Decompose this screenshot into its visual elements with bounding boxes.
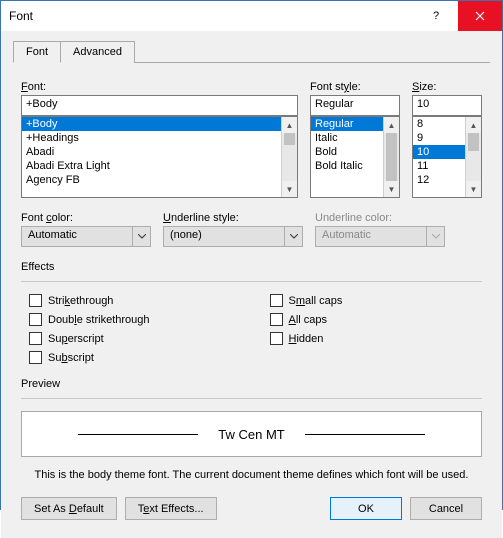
dialog-content: Font Advanced Font: +Body +Body +Heading…: [1, 31, 502, 538]
scroll-thumb[interactable]: [284, 133, 295, 145]
scroll-track[interactable]: [384, 133, 399, 181]
effects-group: Strikethrough Double strikethrough Super…: [21, 294, 482, 364]
list-item[interactable]: +Headings: [22, 131, 297, 145]
checkbox-icon: [29, 294, 42, 307]
effects-left: Strikethrough Double strikethrough Super…: [29, 294, 150, 364]
chevron-down-icon: [284, 227, 302, 246]
checkbox-icon: [29, 332, 42, 345]
scroll-track[interactable]: [282, 133, 297, 181]
list-item[interactable]: Abadi: [22, 145, 297, 159]
check-allcaps[interactable]: All caps: [270, 313, 343, 326]
tab-strip: Font Advanced: [13, 41, 490, 63]
check-subscript[interactable]: Subscript: [29, 351, 150, 364]
close-button[interactable]: [458, 1, 502, 31]
underlinestyle-column: Underline style: (none): [163, 212, 303, 247]
underlinestyle-label: Underline style:: [163, 212, 303, 224]
preview-line: [78, 434, 198, 435]
fontcolor-label: Font color:: [21, 212, 151, 224]
preview-sample: Tw Cen MT: [218, 427, 284, 442]
font-input[interactable]: +Body: [21, 95, 298, 116]
preview-box: Tw Cen MT: [21, 411, 482, 457]
font-list[interactable]: +Body +Headings Abadi Abadi Extra Light …: [21, 116, 298, 198]
style-label: Font style:: [310, 81, 400, 93]
size-column: Size: 10 8 9 10 11 12 ▲ ▼: [412, 81, 482, 198]
check-superscript[interactable]: Superscript: [29, 332, 150, 345]
scroll-up-icon[interactable]: ▲: [282, 117, 297, 133]
scroll-down-icon[interactable]: ▼: [282, 181, 297, 197]
ok-button[interactable]: OK: [330, 497, 402, 520]
preview-line: [305, 434, 425, 435]
underlinecolor-combo: Automatic: [315, 226, 445, 247]
divider: [21, 281, 482, 282]
preview-hint: This is the body theme font. The current…: [21, 469, 482, 481]
divider: [21, 398, 482, 399]
tab-font[interactable]: Font: [13, 41, 61, 63]
size-input[interactable]: 10: [412, 95, 482, 116]
effects-label: Effects: [21, 261, 482, 273]
font-row: Font: +Body +Body +Headings Abadi Abadi …: [21, 81, 482, 198]
font-column: Font: +Body +Body +Headings Abadi Abadi …: [21, 81, 298, 198]
help-icon: ?: [433, 10, 439, 22]
font-dialog: Font ? Font Advanced Font: +Body +Body +…: [0, 0, 503, 510]
list-item[interactable]: Abadi Extra Light: [22, 159, 297, 173]
scroll-up-icon[interactable]: ▲: [466, 117, 481, 133]
scroll-thumb[interactable]: [386, 133, 397, 181]
set-default-button[interactable]: Set As Default: [21, 497, 117, 520]
window-title: Font: [1, 9, 414, 23]
effects-right: Small caps All caps Hidden: [270, 294, 343, 364]
cancel-button[interactable]: Cancel: [410, 497, 482, 520]
titlebar: Font ?: [1, 1, 502, 31]
chevron-down-icon: [132, 227, 150, 246]
underlinecolor-column: Underline color: Automatic: [315, 212, 445, 247]
scroll-up-icon[interactable]: ▲: [384, 117, 399, 133]
font-panel: Font: +Body +Body +Headings Abadi Abadi …: [13, 63, 490, 528]
preview-label: Preview: [21, 378, 482, 390]
list-item[interactable]: Agency FB: [22, 173, 297, 187]
close-icon: [475, 11, 485, 21]
chevron-down-icon: [426, 227, 444, 246]
check-smallcaps[interactable]: Small caps: [270, 294, 343, 307]
scrollbar[interactable]: ▲ ▼: [281, 117, 297, 197]
tab-advanced[interactable]: Advanced: [60, 41, 135, 63]
text-effects-button[interactable]: Text Effects...: [125, 497, 217, 520]
color-row: Font color: Automatic Underline style: (…: [21, 212, 482, 247]
scroll-track[interactable]: [466, 133, 481, 181]
help-button[interactable]: ?: [414, 1, 458, 31]
underlinestyle-combo[interactable]: (none): [163, 226, 303, 247]
check-doublestrike[interactable]: Double strikethrough: [29, 313, 150, 326]
fontcolor-column: Font color: Automatic: [21, 212, 151, 247]
checkbox-icon: [270, 294, 283, 307]
scroll-down-icon[interactable]: ▼: [384, 181, 399, 197]
check-hidden[interactable]: Hidden: [270, 332, 343, 345]
style-list[interactable]: Regular Italic Bold Bold Italic ▲ ▼: [310, 116, 400, 198]
scroll-thumb[interactable]: [468, 133, 479, 151]
fontcolor-combo[interactable]: Automatic: [21, 226, 151, 247]
underlinecolor-label: Underline color:: [315, 212, 445, 224]
size-list[interactable]: 8 9 10 11 12 ▲ ▼: [412, 116, 482, 198]
font-label: Font:: [21, 81, 298, 93]
scrollbar[interactable]: ▲ ▼: [383, 117, 399, 197]
spacer: [225, 497, 322, 520]
button-row: Set As Default Text Effects... OK Cancel: [21, 487, 482, 520]
checkbox-icon: [29, 351, 42, 364]
checkbox-icon: [29, 313, 42, 326]
scroll-down-icon[interactable]: ▼: [466, 181, 481, 197]
style-input[interactable]: Regular: [310, 95, 400, 116]
list-item[interactable]: +Body: [22, 117, 297, 131]
size-label: Size:: [412, 81, 482, 93]
checkbox-icon: [270, 332, 283, 345]
style-column: Font style: Regular Regular Italic Bold …: [310, 81, 400, 198]
scrollbar[interactable]: ▲ ▼: [465, 117, 481, 197]
checkbox-icon: [270, 313, 283, 326]
check-strikethrough[interactable]: Strikethrough: [29, 294, 150, 307]
